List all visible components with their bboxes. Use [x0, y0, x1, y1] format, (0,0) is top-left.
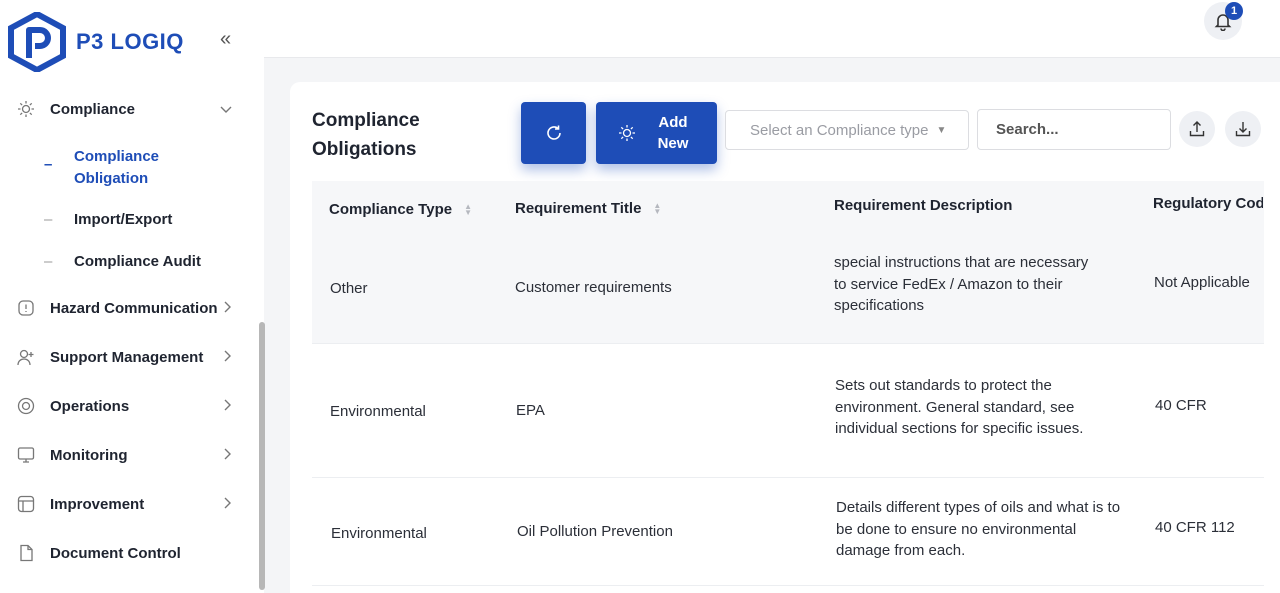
- chevron-right-icon: [224, 496, 232, 512]
- sidebar-item-document-control[interactable]: Document Control: [16, 543, 232, 563]
- caret-down-icon: ▼: [936, 124, 947, 136]
- sidebar-subitem-compliance-obligation[interactable]: – Compliance Obligation: [44, 146, 224, 189]
- sun-icon: [618, 124, 636, 142]
- cell-requirement-title: EPA: [516, 402, 545, 419]
- sidebar-item-hazard-communication[interactable]: Hazard Communication: [16, 298, 232, 318]
- logo-icon: [8, 12, 66, 72]
- sidebar-item-label: Monitoring: [50, 446, 128, 464]
- sidebar-item-label: Compliance: [50, 100, 136, 118]
- chevron-down-icon: [220, 101, 232, 117]
- operations-icon: [16, 396, 36, 416]
- search-input[interactable]: [977, 109, 1171, 150]
- column-header-label: Requirement Title: [515, 200, 642, 217]
- refresh-button[interactable]: [521, 102, 586, 164]
- sidebar-item-label: Improvement: [50, 495, 145, 513]
- page-title: Compliance Obligations: [312, 110, 420, 160]
- active-indicator: –: [44, 156, 53, 173]
- dash-marker: –: [44, 253, 53, 270]
- sidebar-subitem-label: Import/Export: [74, 211, 173, 228]
- cell-requirement-title: Oil Pollution Prevention: [517, 523, 673, 540]
- compliance-type-select[interactable]: Select an Compliance type ▼: [725, 110, 969, 150]
- sidebar-item-label: Operations: [50, 397, 130, 415]
- cell-regulatory-code: Not Applicable: [1154, 274, 1250, 291]
- hazard-icon: [16, 298, 36, 318]
- sidebar-item-label: Hazard Communication: [50, 299, 218, 317]
- sun-icon: [16, 99, 36, 119]
- sidebar: P3 LOGIQ « Compliance – Compliance Oblig…: [0, 0, 265, 593]
- top-header: [264, 0, 1280, 58]
- cell-requirement-description: special instructions that are necessary …: [834, 254, 1089, 314]
- column-header-requirement-description: Requirement Description: [834, 197, 1012, 214]
- chevron-right-icon: [224, 447, 232, 463]
- column-header-regulatory-code: Regulatory Cod: [1153, 195, 1263, 212]
- sidebar-item-monitoring[interactable]: Monitoring: [16, 445, 232, 465]
- sidebar-item-compliance[interactable]: Compliance: [16, 99, 232, 119]
- sidebar-item-improvement[interactable]: Improvement: [16, 494, 232, 514]
- sidebar-scrollbar[interactable]: [259, 322, 265, 590]
- sidebar-subitem-import-export[interactable]: – Import/Export: [44, 211, 172, 228]
- sidebar-subitem-compliance-audit[interactable]: – Compliance Audit: [44, 253, 201, 270]
- column-header-compliance-type[interactable]: Compliance Type ▲ ▼: [329, 201, 472, 218]
- refresh-icon: [546, 125, 561, 140]
- sort-icon[interactable]: ▲ ▼: [653, 201, 661, 215]
- sidebar-subitem-label: Compliance Audit: [74, 253, 201, 270]
- table-row[interactable]: [312, 344, 1264, 478]
- cell-compliance-type: Other: [330, 280, 368, 297]
- chevron-right-icon: [224, 398, 232, 414]
- upload-icon: [1189, 121, 1205, 137]
- dash-marker: –: [44, 211, 53, 228]
- cell-requirement-title: Customer requirements: [515, 279, 672, 296]
- collapse-sidebar-icon[interactable]: «: [220, 28, 231, 51]
- user-plus-icon: [16, 347, 36, 367]
- sidebar-item-label: Support Management: [50, 348, 204, 366]
- improvement-icon: [16, 494, 36, 514]
- app-name: P3 LOGIQ: [76, 29, 184, 54]
- column-header-requirement-title[interactable]: Requirement Title ▲ ▼: [515, 200, 661, 217]
- column-header-label: Requirement Description: [834, 197, 1013, 214]
- chevron-right-icon: [224, 300, 232, 316]
- sidebar-item-label: Document Control: [50, 544, 181, 562]
- add-new-label: Add New: [657, 114, 689, 152]
- chevron-right-icon: [224, 349, 232, 365]
- column-header-label: Regulatory Cod: [1153, 195, 1263, 212]
- sidebar-subitem-label: Compliance Obligation: [74, 148, 160, 187]
- cell-requirement-description: Details different types of oils and what…: [836, 499, 1121, 559]
- cell-regulatory-code: 40 CFR: [1155, 397, 1207, 414]
- monitor-icon: [16, 445, 36, 465]
- sort-icon[interactable]: ▲ ▼: [464, 202, 472, 216]
- cell-requirement-description: Sets out standards to protect the enviro…: [835, 377, 1084, 437]
- sidebar-item-operations[interactable]: Operations: [16, 396, 232, 416]
- table-row[interactable]: [312, 237, 1264, 344]
- cell-regulatory-code: 40 CFR 112: [1155, 519, 1235, 536]
- document-icon: [16, 543, 36, 563]
- app-logo[interactable]: P3 LOGIQ: [8, 12, 184, 72]
- column-header-label: Compliance Type: [329, 201, 453, 218]
- sidebar-item-support-management[interactable]: Support Management: [16, 347, 232, 367]
- compliance-type-placeholder: Select an Compliance type: [750, 121, 929, 139]
- cell-compliance-type: Environmental: [330, 403, 426, 420]
- add-new-button[interactable]: Add New: [596, 102, 717, 164]
- export-button[interactable]: [1179, 111, 1215, 147]
- import-button[interactable]: [1225, 111, 1261, 147]
- notification-count-badge: 1: [1225, 2, 1243, 20]
- cell-compliance-type: Environmental: [331, 525, 427, 542]
- download-icon: [1235, 122, 1251, 137]
